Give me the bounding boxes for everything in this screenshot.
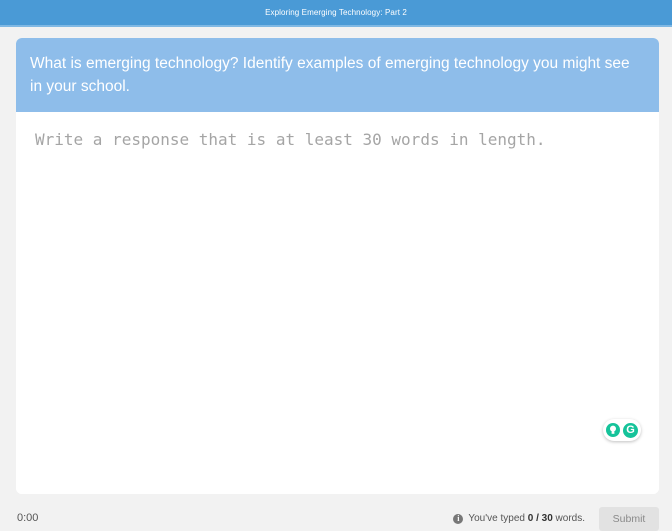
grammarly-widget[interactable]: G xyxy=(603,419,641,441)
submit-button[interactable]: Submit xyxy=(599,507,659,531)
activity-title: Exploring Emerging Technology: Part 2 xyxy=(265,8,407,17)
word-count-text: You've typed 0 / 30 words. xyxy=(468,513,585,524)
response-card: What is emerging technology? Identify ex… xyxy=(16,38,659,494)
word-count-status: i You've typed 0 / 30 words. xyxy=(453,513,585,524)
top-bar: Exploring Emerging Technology: Part 2 xyxy=(0,0,672,27)
info-icon: i xyxy=(453,513,464,524)
words-required: 30 xyxy=(541,513,553,524)
question-prompt: What is emerging technology? Identify ex… xyxy=(16,38,659,112)
grammarly-icon[interactable]: G xyxy=(623,422,638,438)
word-status-prefix: You've typed xyxy=(468,513,528,524)
timer: 0:00 xyxy=(17,512,39,524)
footer-bar: 0:00 i You've typed 0 / 30 words. Submit xyxy=(0,505,672,531)
response-textarea[interactable] xyxy=(16,112,659,494)
word-separator: / xyxy=(533,513,542,524)
word-status-suffix: words. xyxy=(552,513,585,524)
lightbulb-icon[interactable] xyxy=(606,423,620,437)
